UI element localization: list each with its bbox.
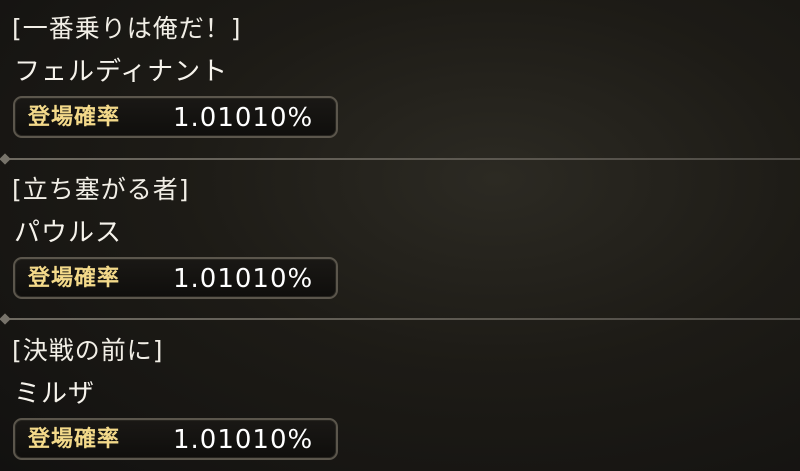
rate-label: 登場確率 bbox=[28, 266, 121, 291]
character-name: ミルザ bbox=[14, 379, 96, 409]
entry-title: [立ち塞がる者] bbox=[12, 175, 190, 204]
divider-ornament-icon bbox=[0, 153, 11, 165]
divider-line bbox=[6, 158, 800, 160]
divider-ornament-icon bbox=[0, 313, 11, 325]
rate-label: 登場確率 bbox=[28, 427, 121, 452]
divider-line bbox=[6, 318, 800, 320]
character-name: パウルス bbox=[14, 218, 123, 248]
rate-value: 1.01010% bbox=[173, 425, 314, 455]
divider bbox=[0, 313, 800, 325]
rate-panel: 登場確率 1.01010% bbox=[13, 96, 338, 138]
rate-value: 1.01010% bbox=[173, 103, 314, 133]
rate-value: 1.01010% bbox=[173, 264, 314, 294]
entry-title: [一番乗りは俺だ！] bbox=[12, 14, 242, 43]
divider bbox=[0, 153, 800, 165]
character-name: フェルディナント bbox=[14, 57, 229, 87]
rate-panel: 登場確率 1.01010% bbox=[13, 418, 338, 460]
entry-title: [決戦の前に] bbox=[12, 336, 164, 365]
rate-panel: 登場確率 1.01010% bbox=[13, 257, 338, 299]
rate-label: 登場確率 bbox=[28, 105, 121, 130]
